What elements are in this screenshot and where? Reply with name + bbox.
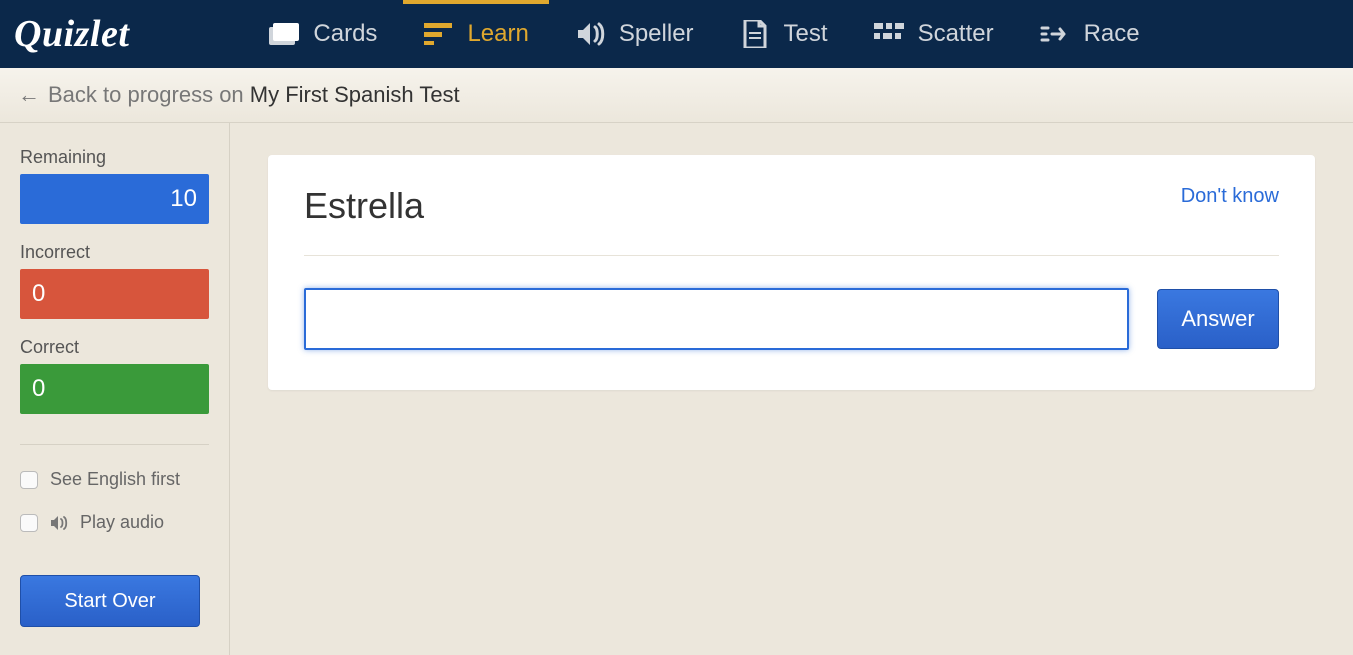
nav-scatter[interactable]: Scatter (874, 0, 994, 68)
remaining-box: 10 (20, 174, 209, 224)
prompt-word: Estrella (304, 185, 424, 227)
nav-speller[interactable]: Speller (575, 0, 694, 68)
back-arrow-icon: ← (18, 82, 40, 108)
option-see-english[interactable]: See English first (20, 469, 209, 490)
remaining-label: Remaining (20, 147, 209, 168)
correct-label: Correct (20, 337, 209, 358)
speller-icon (575, 21, 605, 47)
answer-input[interactable] (304, 288, 1129, 350)
learn-card: Estrella Don't know Answer (268, 155, 1315, 390)
option-play-audio[interactable]: Play audio (20, 512, 209, 533)
correct-box: 0 (20, 364, 209, 414)
checkbox[interactable] (20, 471, 38, 489)
option-label: See English first (50, 469, 180, 490)
top-nav: Quizlet Cards Learn Speller Test (0, 0, 1353, 68)
incorrect-box: 0 (20, 269, 209, 319)
nav-label: Scatter (918, 20, 994, 48)
nav-label: Race (1084, 20, 1140, 48)
race-icon (1040, 21, 1070, 47)
divider (20, 444, 209, 445)
sidebar: Remaining 10 Incorrect 0 Correct 0 See E… (0, 123, 230, 655)
answer-button[interactable]: Answer (1157, 289, 1279, 349)
checkbox[interactable] (20, 514, 38, 532)
nav-cards[interactable]: Cards (269, 0, 377, 68)
back-link[interactable]: Back to progress on My First Spanish Tes… (48, 82, 460, 108)
cards-icon (269, 21, 299, 47)
nav-label: Learn (467, 20, 528, 48)
test-icon (740, 21, 770, 47)
option-label: Play audio (80, 512, 164, 533)
nav-label: Cards (313, 20, 377, 48)
audio-icon (50, 515, 68, 531)
nav-label: Test (784, 20, 828, 48)
dont-know-link[interactable]: Don't know (1181, 185, 1279, 208)
start-over-button[interactable]: Start Over (20, 575, 200, 627)
breadcrumb: ← Back to progress on My First Spanish T… (0, 68, 1353, 123)
nav-items: Cards Learn Speller Test Scatter (269, 0, 1139, 68)
learn-icon (423, 21, 453, 47)
scatter-icon (874, 21, 904, 47)
content: Estrella Don't know Answer (230, 123, 1353, 655)
nav-test[interactable]: Test (740, 0, 828, 68)
nav-learn[interactable]: Learn (423, 0, 528, 68)
nav-race[interactable]: Race (1040, 0, 1140, 68)
set-name: My First Spanish Test (250, 82, 460, 107)
nav-label: Speller (619, 20, 694, 48)
incorrect-label: Incorrect (20, 242, 209, 263)
logo[interactable]: Quizlet (14, 12, 129, 56)
